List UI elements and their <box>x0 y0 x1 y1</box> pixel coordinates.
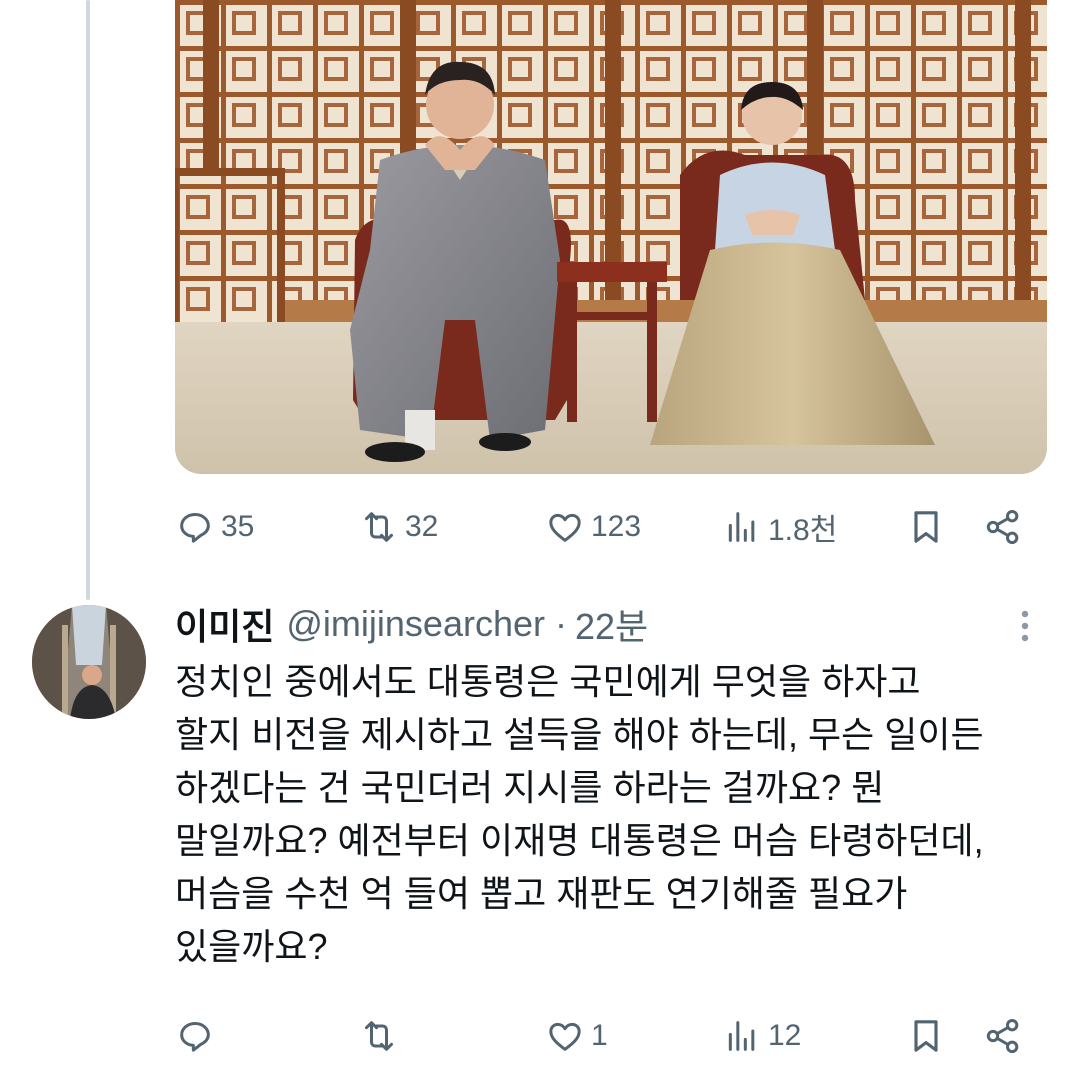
like-count: 1 <box>591 1019 608 1052</box>
tweet-action-bar: 1 12 <box>175 1006 1045 1066</box>
bookmark-button[interactable] <box>906 1006 946 1066</box>
retweet-icon <box>359 507 399 547</box>
share-icon <box>983 1016 1023 1056</box>
retweet-button[interactable] <box>359 1006 405 1066</box>
tweet-action-bar: 35 32 123 1.8천 <box>175 497 1045 557</box>
retweet-button[interactable]: 32 <box>359 497 438 557</box>
like-button[interactable]: 1 <box>545 1006 608 1066</box>
tweet-text-line: 말일까요? 예전부터 이재명 대통령은 머슴 타령하던데, <box>175 820 984 861</box>
share-icon <box>983 507 1023 547</box>
views-button[interactable]: 12 <box>722 1006 801 1066</box>
photo-image <box>175 0 1047 474</box>
bookmark-icon <box>906 1016 946 1056</box>
author-handle[interactable]: @imijinsearcher <box>286 603 545 645</box>
views-button[interactable]: 1.8천 <box>722 497 837 557</box>
retweet-count: 32 <box>405 510 439 543</box>
views-icon <box>722 507 762 547</box>
reply-icon <box>175 1016 215 1056</box>
separator-dot: · <box>554 603 567 644</box>
views-icon <box>722 1016 762 1056</box>
tweet-text-line: 할지 비전을 제시하고 설득을 해야 하는데, 무슨 일이든 <box>175 714 984 755</box>
thread-connector-line <box>86 0 90 600</box>
tweet-text: 정치인 중에서도 대통령은 국민에게 무엇을 하자고 할지 비전을 제시하고 설… <box>175 655 1055 973</box>
reply-icon <box>175 507 215 547</box>
tweet-text-line: 머슴을 수천 억 들여 뽑고 재판도 연기해줄 필요가 <box>175 873 908 914</box>
tweet-text-line: 정치인 중에서도 대통령은 국민에게 무엇을 하자고 <box>175 661 921 702</box>
heart-icon <box>545 507 585 547</box>
like-count: 123 <box>591 510 642 543</box>
reply-count: 35 <box>221 510 255 543</box>
bookmark-button[interactable] <box>906 497 946 557</box>
tweet-header: 이미진 @imijinsearcher · 22분 <box>175 600 648 648</box>
bookmark-icon <box>906 507 946 547</box>
like-button[interactable]: 123 <box>545 497 641 557</box>
more-options-button[interactable] <box>1010 606 1040 646</box>
avatar-image <box>32 605 146 719</box>
views-count: 12 <box>768 1019 802 1052</box>
author-name[interactable]: 이미진 <box>175 598 274 650</box>
tweet-timestamp[interactable]: 22분 <box>575 598 648 650</box>
more-dots-icon <box>1010 610 1040 650</box>
tweet-text-line: 있을까요? <box>175 926 328 967</box>
tweet-text-line: 하겠다는 건 국민더러 지시를 하라는 걸까요? 뭔 <box>175 767 885 808</box>
avatar[interactable] <box>32 605 146 719</box>
views-count: 1.8천 <box>768 514 838 547</box>
share-button[interactable] <box>983 497 1023 557</box>
reply-button[interactable] <box>175 1006 221 1066</box>
tweet-photo[interactable] <box>175 0 1047 474</box>
reply-button[interactable]: 35 <box>175 497 254 557</box>
share-button[interactable] <box>983 1006 1023 1066</box>
heart-icon <box>545 1016 585 1056</box>
retweet-icon <box>359 1016 399 1056</box>
